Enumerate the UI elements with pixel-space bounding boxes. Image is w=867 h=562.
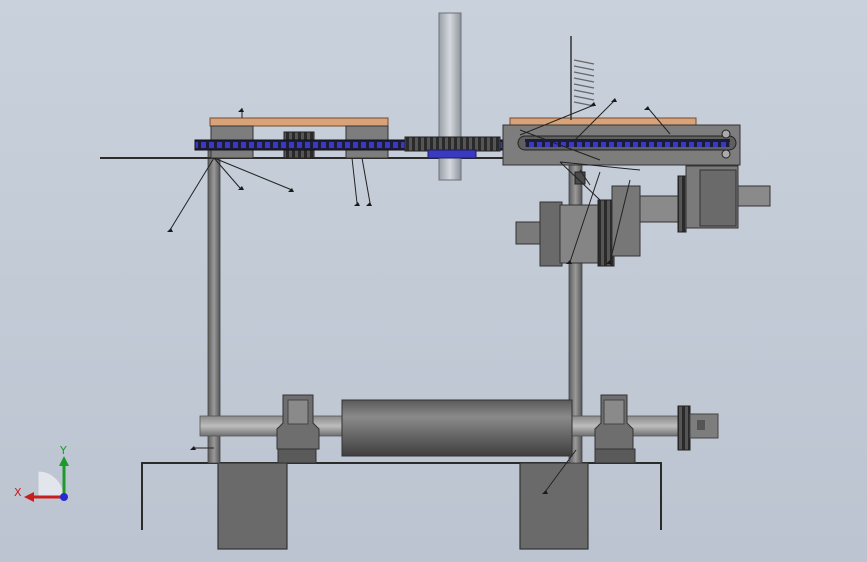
bottom-sprocket — [677, 405, 691, 451]
bearing-left — [276, 394, 320, 464]
right-top-assembly — [502, 36, 741, 166]
bearing-right — [594, 394, 636, 464]
cad-viewport[interactable]: Y X — [0, 0, 867, 562]
chain-link-highlight — [427, 149, 477, 159]
roller-drum — [341, 399, 573, 457]
coordinate-triad: Y X — [14, 444, 69, 502]
spring — [573, 59, 595, 107]
base-block-right — [519, 462, 589, 550]
base-frame — [141, 462, 662, 550]
wood-board-left — [209, 117, 389, 127]
x-axis-label: X — [14, 486, 22, 499]
base-block-left — [217, 462, 288, 550]
assembly-drawing: Y X — [14, 12, 771, 550]
center-gear — [404, 136, 501, 152]
z-axis-dot — [60, 493, 68, 501]
bottom-roller-assembly — [199, 394, 719, 464]
right-drive-cluster — [515, 165, 771, 267]
y-axis-label: Y — [59, 444, 67, 457]
